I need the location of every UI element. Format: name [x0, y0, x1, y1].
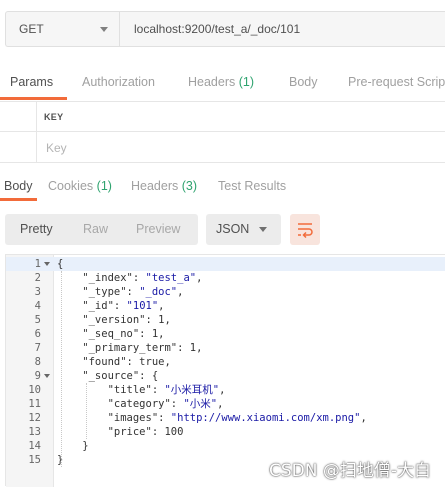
tab-params[interactable]: Params [10, 64, 53, 100]
tab-count: (1) [238, 75, 255, 89]
code-text: "_id": "101", [57, 300, 165, 312]
format-label: JSON [216, 222, 250, 236]
tab-label: Test Results [218, 179, 287, 193]
code-line: 4 "_id": "101", [6, 299, 445, 313]
params-table: KEY Key [0, 101, 445, 165]
tab-cookies[interactable]: Cookies (1) [48, 173, 112, 199]
code-text: "title": "小米耳机", [57, 384, 226, 396]
code-line: 10 "title": "小米耳机", [6, 383, 445, 397]
code-text: "images": "http://www.xiaomi.com/xm.png"… [57, 412, 367, 424]
line-number: 8 [34, 356, 41, 368]
code-line: 12 "images": "http://www.xiaomi.com/xm.p… [6, 411, 445, 425]
tab-label: Params [10, 75, 54, 89]
line-number: 3 [34, 286, 41, 298]
method-label: GET [19, 22, 44, 36]
code-text: "_seq_no": 1, [57, 328, 165, 340]
line-number: 11 [28, 398, 41, 410]
code-text: "_version": 1, [57, 314, 171, 326]
code-text: "category": "小米", [57, 398, 224, 410]
url-value: localhost:9200/test_a/_doc/101 [134, 22, 301, 36]
code-line: 13 "price": 100 [6, 425, 445, 439]
code-text: "_type": "_doc", [57, 286, 184, 298]
line-number: 12 [28, 412, 41, 424]
code-line: 5 "_version": 1, [6, 313, 445, 327]
request-tabs: Params Authorization Headers (1) Body Pr… [0, 64, 445, 100]
tab-label: Headers [131, 179, 179, 193]
raw-button[interactable]: Raw [83, 214, 108, 245]
line-number: 15 [28, 454, 41, 466]
line-number: 2 [34, 272, 41, 284]
params-input-row: Key [0, 132, 445, 163]
url-input[interactable]: localhost:9200/test_a/_doc/101 [119, 11, 445, 47]
tab-headers[interactable]: Headers (1) [188, 64, 254, 100]
view-mode-group: Pretty Raw Preview [5, 214, 198, 245]
tab-pre-request-script[interactable]: Pre-request Script [348, 64, 445, 100]
tab-label: Pre-request Script [348, 75, 445, 89]
code-line: 11 "category": "小米", [6, 397, 445, 411]
tab-response-body[interactable]: Body [4, 173, 33, 199]
chevron-down-icon [259, 227, 267, 232]
code-text: "price": 100 [57, 426, 184, 438]
code-line: 6 "_seq_no": 1, [6, 327, 445, 341]
code-text: "_primary_term": 1, [57, 342, 203, 354]
code-line: 3 "_type": "_doc", [6, 285, 445, 299]
tab-label: Authorization [82, 75, 155, 89]
chevron-down-icon [100, 27, 108, 32]
tab-count: (3) [181, 179, 198, 193]
tab-count: (1) [96, 179, 112, 193]
line-number: 10 [28, 384, 41, 396]
active-tab-indicator [0, 97, 67, 100]
watermark: CSDN @扫地僧-大白 [268, 461, 431, 481]
row-checkbox-cell[interactable] [0, 132, 37, 162]
method-select[interactable]: GET [5, 11, 119, 47]
tab-label: Body [4, 179, 33, 193]
line-number: 4 [34, 300, 41, 312]
line-number: 6 [34, 328, 41, 340]
line-number: 14 [28, 440, 41, 452]
wrap-lines-button[interactable] [290, 214, 320, 245]
response-code-viewer[interactable]: 1{2 "_index": "test_a", 3 "_type": "_doc"… [5, 254, 445, 487]
fold-arrow-icon[interactable] [44, 262, 50, 266]
line-number: 13 [28, 426, 41, 438]
line-number: 9 [34, 370, 41, 382]
wrap-lines-icon [298, 223, 313, 239]
code-line: 7 "_primary_term": 1, [6, 341, 445, 355]
code-text: "_index": "test_a", [57, 272, 203, 284]
code-text: "found": true, [57, 356, 171, 368]
preview-button[interactable]: Preview [136, 214, 180, 245]
key-column-header: KEY [44, 112, 64, 122]
code-line: 8 "found": true, [6, 355, 445, 369]
key-input[interactable]: Key [46, 141, 67, 155]
indent-guide [61, 271, 62, 467]
tab-test-results[interactable]: Test Results [218, 173, 286, 199]
tab-label: Cookies [48, 179, 94, 193]
tab-label: Headers [188, 75, 236, 89]
code-text: "_source": { [57, 370, 159, 382]
params-header-row: KEY [0, 101, 445, 132]
active-response-tab-indicator [0, 198, 37, 201]
code-text: { [57, 258, 64, 270]
indent-guide [86, 383, 87, 439]
code-line: 2 "_index": "test_a", [6, 271, 445, 285]
line-number: 5 [34, 314, 41, 326]
code-line: 9 "_source": { [6, 369, 445, 383]
code-line: 1{ [6, 257, 445, 271]
format-select[interactable]: JSON [206, 214, 281, 245]
code-line: 14 } [6, 439, 445, 453]
response-tabs: Body Cookies (1) Headers (3) Test Result… [0, 173, 445, 201]
fold-arrow-icon[interactable] [44, 374, 50, 378]
tab-label: Body [289, 75, 318, 89]
tab-body[interactable]: Body [289, 64, 318, 100]
pretty-button[interactable]: Pretty [20, 214, 53, 245]
line-number: 7 [34, 342, 41, 354]
tab-response-headers[interactable]: Headers (3) [131, 173, 197, 199]
line-number: 1 [34, 258, 41, 270]
tab-authorization[interactable]: Authorization [82, 64, 155, 100]
checkbox-column [0, 102, 37, 132]
